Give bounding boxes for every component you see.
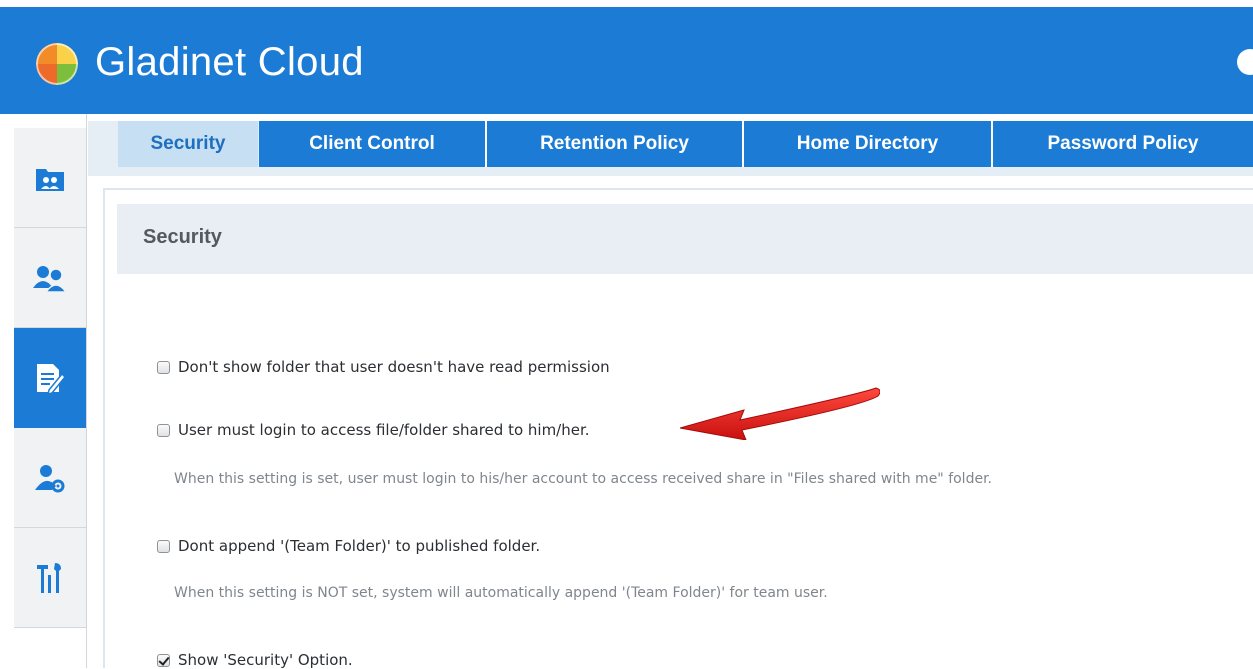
option-label: Dont append '(Team Folder)' to published…	[178, 537, 541, 555]
user-settings-icon	[35, 464, 65, 492]
sidebar-item-team-folders[interactable]	[14, 128, 86, 228]
tab-password-policy[interactable]: Password Policy	[993, 121, 1253, 167]
option-description: When this setting is NOT set, system wil…	[174, 585, 828, 601]
annotation-arrow-icon	[680, 387, 880, 440]
team-folder-icon	[36, 168, 64, 191]
option-show-security[interactable]: Show 'Security' Option.	[157, 651, 353, 669]
tab-retention-policy[interactable]: Retention Policy	[487, 121, 744, 167]
option-no-team-folder-suffix[interactable]: Dont append '(Team Folder)' to published…	[157, 537, 540, 555]
checkbox[interactable]	[157, 539, 170, 553]
option-label: Don't show folder that user doesn't have…	[178, 358, 610, 376]
option-require-login-for-shares[interactable]: User must login to access file/folder sh…	[157, 421, 590, 439]
checkbox[interactable]	[157, 423, 170, 437]
tab-client-control[interactable]: Client Control	[259, 121, 487, 167]
tab-security[interactable]: Security	[118, 121, 258, 167]
document-edit-icon	[37, 363, 65, 394]
tab-underline	[88, 168, 1253, 176]
panel-title: Security	[143, 226, 222, 248]
help-icon[interactable]	[1237, 49, 1253, 75]
sidebar-item-tools[interactable]	[14, 528, 86, 628]
app-header: Gladinet Cloud	[0, 7, 1253, 114]
option-label: Show 'Security' Option.	[178, 651, 353, 669]
users-icon	[33, 265, 67, 292]
window-top-edge	[0, 0, 1253, 7]
option-label: User must login to access file/folder sh…	[178, 421, 590, 439]
sidebar-item-users[interactable]	[14, 228, 86, 328]
app-title: Gladinet Cloud	[95, 40, 364, 84]
checkbox-checked[interactable]	[157, 653, 170, 667]
tools-icon	[37, 562, 61, 593]
sidebar-item-policies[interactable]	[14, 328, 86, 428]
checkbox[interactable]	[157, 360, 170, 374]
gladinet-logo-icon	[36, 43, 78, 85]
option-hide-unreadable-folders[interactable]: Don't show folder that user doesn't have…	[157, 358, 610, 376]
option-description: When this setting is set, user must logi…	[174, 471, 992, 487]
tab-home-directory[interactable]: Home Directory	[744, 121, 993, 167]
sidebar-item-user-settings[interactable]	[14, 428, 86, 528]
sidebar-nav	[0, 114, 87, 668]
panel-header	[117, 204, 1253, 274]
